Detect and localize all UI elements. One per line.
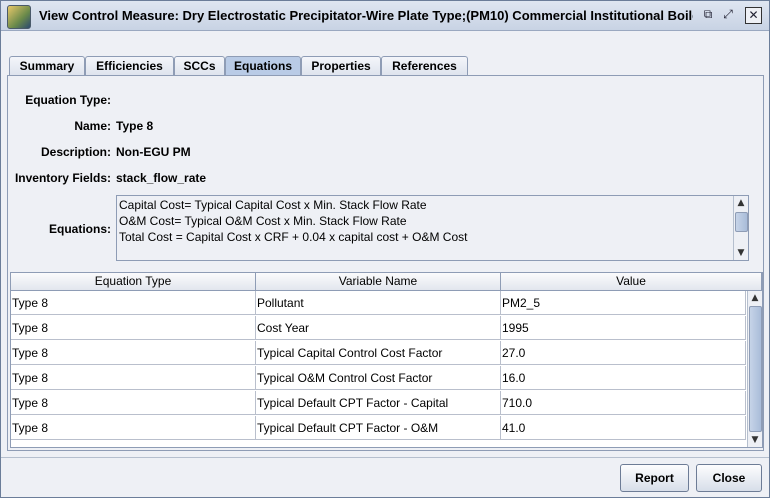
table-cell: Type 8 <box>11 366 256 390</box>
table-cell: Typical Default CPT Factor - O&M <box>256 416 501 440</box>
tab-equations[interactable]: Equations <box>225 56 301 76</box>
table-cell: Cost Year <box>256 316 501 340</box>
report-button[interactable]: Report <box>620 464 689 492</box>
description-label: Description: <box>40 145 111 159</box>
column-header-variable-name[interactable]: Variable Name <box>256 273 501 291</box>
table-cell: PM2_5 <box>501 291 746 315</box>
scroll-up-icon[interactable]: ▲ <box>748 291 762 305</box>
column-header-equation-type[interactable]: Equation Type <box>11 273 256 291</box>
window: View Control Measure: Dry Electrostatic … <box>0 0 770 498</box>
table-cell: Type 8 <box>11 316 256 340</box>
table-cell: 710.0 <box>501 391 746 415</box>
scroll-down-icon[interactable]: ▼ <box>734 246 748 260</box>
equations-textarea[interactable]: Capital Cost= Typical Capital Cost x Min… <box>116 195 749 261</box>
table-cell: Type 8 <box>11 291 256 315</box>
tab-efficiencies[interactable]: Efficiencies <box>85 56 174 76</box>
equation-line: O&M Cost= Typical O&M Cost x Min. Stack … <box>119 214 407 228</box>
column-header-value[interactable]: Value <box>501 273 762 291</box>
close-icon[interactable]: ✕ <box>745 7 762 24</box>
table-cell: Typical Default CPT Factor - Capital <box>256 391 501 415</box>
tab-properties[interactable]: Properties <box>301 56 381 76</box>
close-button[interactable]: Close <box>696 464 762 492</box>
table-cell: 27.0 <box>501 341 746 365</box>
maximize-icon[interactable]: ⤢ <box>721 7 735 21</box>
inventory-fields-label: Inventory Fields: <box>14 171 111 185</box>
table-cell: Typical Capital Control Cost Factor <box>256 341 501 365</box>
tab-summary[interactable]: Summary <box>9 56 85 76</box>
equations-panel: Equation Type: Name: Type 8 Description:… <box>7 75 764 451</box>
iconify-icon[interactable]: ⧉ <box>701 7 715 21</box>
title-bar[interactable]: View Control Measure: Dry Electrostatic … <box>1 1 769 31</box>
tab-references[interactable]: References <box>381 56 468 76</box>
scrollbar-thumb[interactable] <box>735 212 748 232</box>
app-icon <box>7 5 31 29</box>
scrollbar-thumb[interactable] <box>749 306 762 432</box>
window-title: View Control Measure: Dry Electrostatic … <box>39 8 693 23</box>
table-scrollbar[interactable]: ▲ ▼ <box>747 291 762 447</box>
table-cell: Type 8 <box>11 391 256 415</box>
table-cell: Pollutant <box>256 291 501 315</box>
table-cell: Typical O&M Control Cost Factor <box>256 366 501 390</box>
equation-line: Total Cost = Capital Cost x CRF + 0.04 x… <box>119 230 468 244</box>
equations-scrollbar[interactable]: ▲ ▼ <box>733 196 748 260</box>
inventory-fields-value: stack_flow_rate <box>116 171 207 185</box>
tab-sccs[interactable]: SCCs <box>174 56 225 76</box>
table-cell: Type 8 <box>11 416 256 440</box>
table-cell: Type 8 <box>11 341 256 365</box>
name-value: Type 8 <box>116 119 154 133</box>
scroll-down-icon[interactable]: ▼ <box>748 433 762 447</box>
name-label: Name: <box>74 119 111 133</box>
table-cell: 16.0 <box>501 366 746 390</box>
table-cell: 41.0 <box>501 416 746 440</box>
scroll-up-icon[interactable]: ▲ <box>734 196 748 210</box>
equations-label: Equations: <box>49 222 111 236</box>
separator <box>1 457 769 458</box>
description-value: Non-EGU PM <box>116 145 191 159</box>
variables-table: Equation Type Variable Name Value Type 8… <box>10 272 763 448</box>
equation-line: Capital Cost= Typical Capital Cost x Min… <box>119 198 427 212</box>
table-cell: 1995 <box>501 316 746 340</box>
equation-type-label: Equation Type: <box>25 93 111 107</box>
